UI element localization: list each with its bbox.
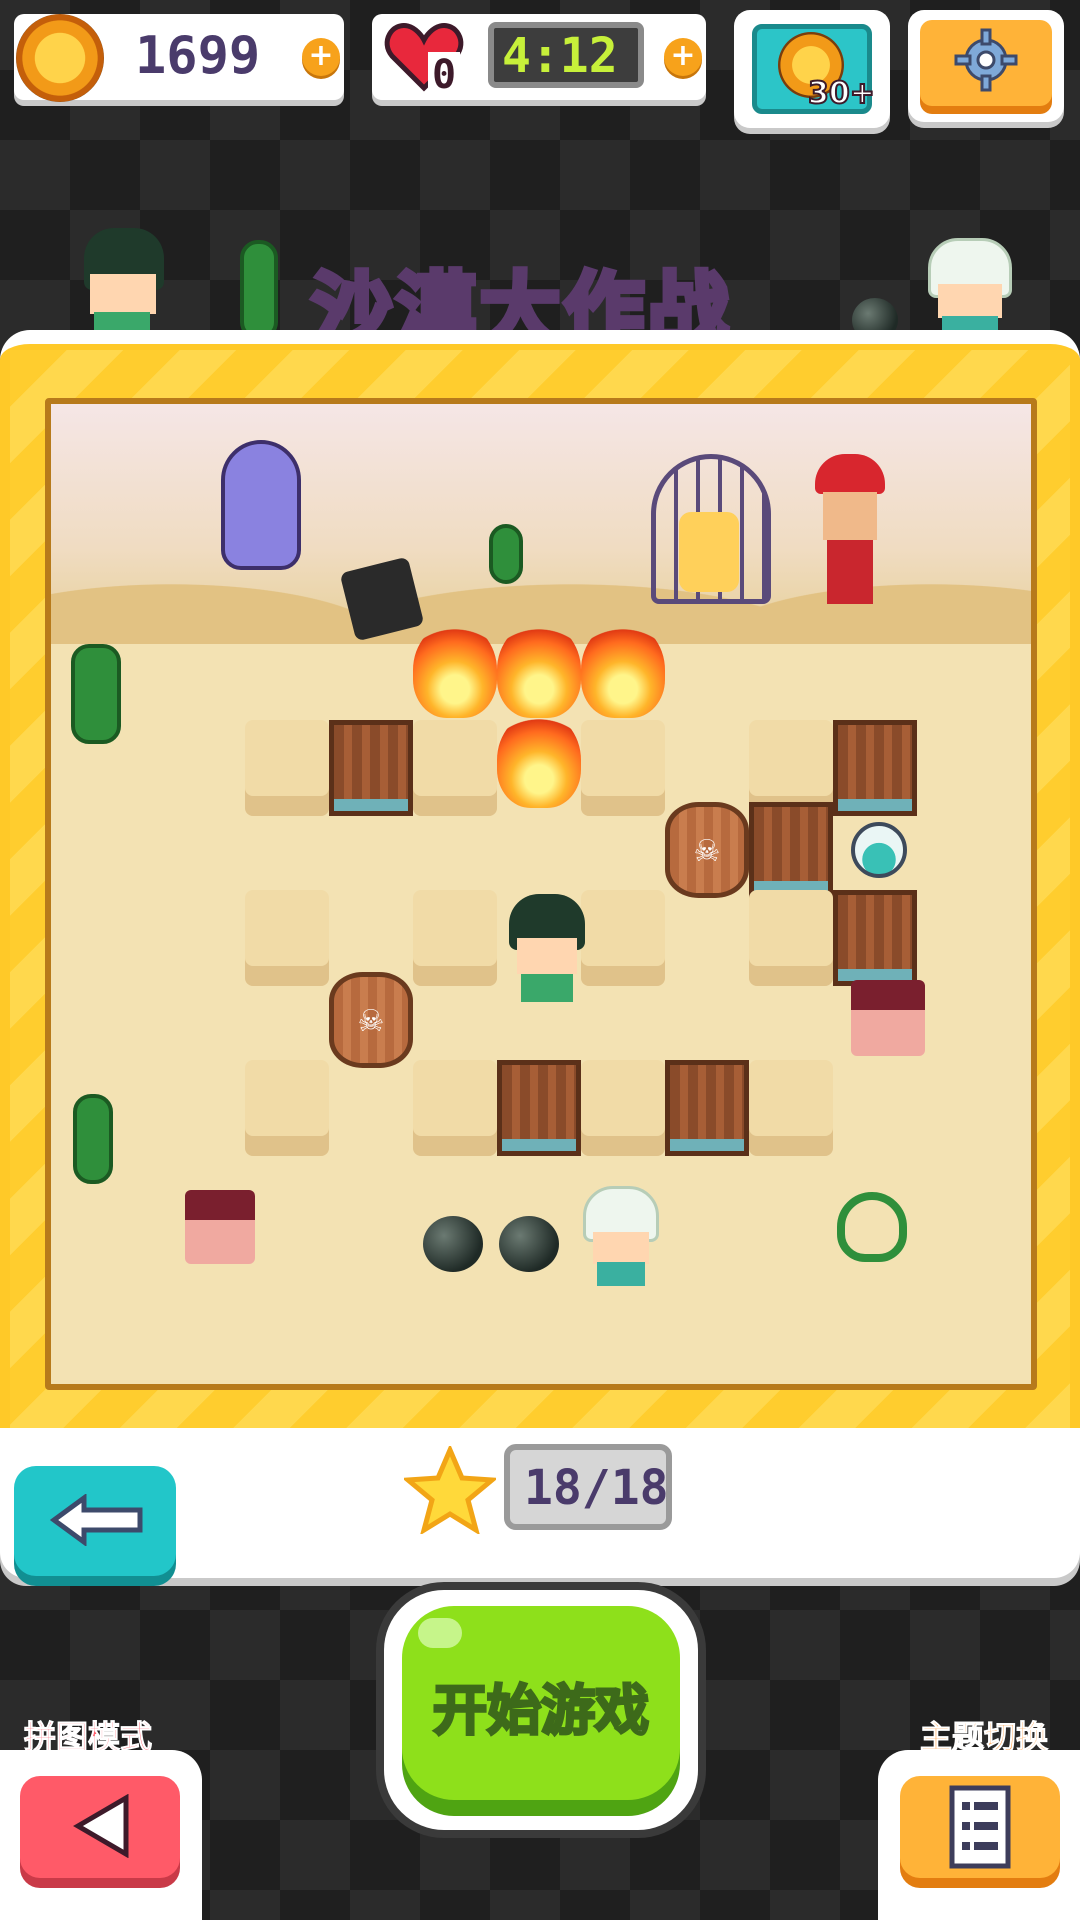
puzzle-mode-button[interactable]	[20, 1776, 180, 1878]
title-character-left	[74, 228, 170, 338]
sand-pillar	[245, 890, 329, 986]
wooden-crate	[833, 720, 917, 816]
lives-count: 0	[428, 52, 461, 98]
coin-icon	[16, 14, 104, 102]
wooden-crate	[833, 890, 917, 986]
cactus-left	[71, 644, 121, 744]
skull-icon: ☠	[357, 1004, 385, 1039]
genie-character	[221, 440, 301, 570]
bomb	[499, 1216, 559, 1272]
sand-pillar	[749, 890, 833, 986]
wooden-crate	[665, 1060, 749, 1156]
snake-enemy	[837, 1192, 907, 1262]
wooden-crate	[749, 802, 833, 898]
coin-count: 1699	[135, 26, 261, 86]
sand-pillar	[413, 890, 497, 986]
gear-icon	[954, 28, 1018, 92]
title-character-right	[924, 238, 1014, 338]
sand-pillar	[749, 1060, 833, 1156]
wooden-crate	[497, 1060, 581, 1156]
sand-pillar	[245, 720, 329, 816]
wooden-crate	[329, 720, 413, 816]
star-icon	[401, 1443, 499, 1536]
player-character	[509, 894, 585, 1002]
star-progress: 18/18	[524, 1460, 669, 1516]
fire	[581, 622, 665, 718]
triangle-left-icon	[72, 1793, 132, 1859]
princess-character	[679, 512, 739, 592]
skull-icon: ☠	[693, 834, 721, 869]
sand-pillar	[581, 720, 665, 816]
list-icon	[948, 1784, 1012, 1870]
potion-flask	[851, 822, 907, 878]
reward-badge: 30+	[807, 75, 876, 112]
pirate-enemy	[185, 1190, 255, 1264]
back-button[interactable]	[14, 1466, 176, 1576]
level-preview[interactable]: ☠ ☠	[45, 398, 1037, 1390]
villain-character	[815, 454, 885, 604]
fire	[497, 622, 581, 718]
life-timer: 4:12	[502, 28, 618, 84]
sand-pillar	[413, 1060, 497, 1156]
skull-barrel: ☠	[665, 802, 749, 898]
add-coins-button[interactable]: +	[302, 38, 340, 76]
bomb	[423, 1216, 483, 1272]
fire	[497, 712, 581, 808]
settings-button[interactable]	[908, 10, 1064, 122]
cactus-lower-left	[73, 1094, 113, 1184]
skull-barrel: ☠	[329, 972, 413, 1068]
start-game-label: 开始游戏	[432, 1678, 651, 1744]
fire	[413, 622, 497, 718]
arrow-left-icon	[49, 1493, 146, 1547]
sand-pillar	[413, 720, 497, 816]
video-reward-button[interactable]: 30+	[734, 10, 890, 128]
sand-pillar	[245, 1060, 329, 1156]
cactus-small	[489, 524, 523, 584]
pirate-enemy	[851, 980, 925, 1056]
theme-switch-button[interactable]	[900, 1776, 1060, 1878]
add-lives-button[interactable]: +	[664, 38, 702, 76]
title-cactus	[240, 240, 278, 340]
start-game-button[interactable]: 开始游戏	[402, 1606, 680, 1800]
ally-character	[583, 1186, 659, 1286]
sand-pillar	[581, 890, 665, 986]
sand-pillar	[581, 1060, 665, 1156]
